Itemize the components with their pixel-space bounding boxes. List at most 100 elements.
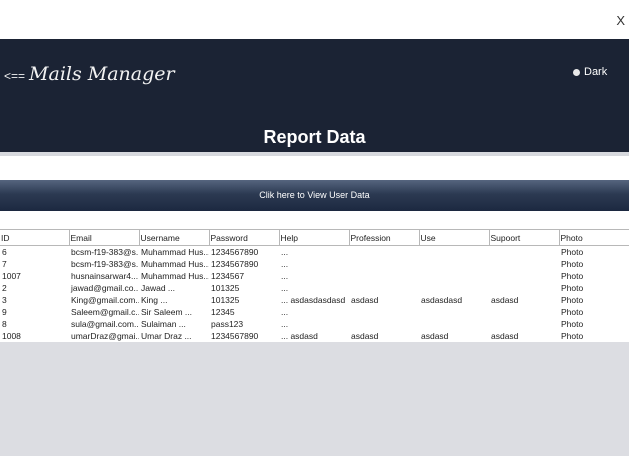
table-cell: ...	[279, 306, 349, 318]
back-button[interactable]: <== Mails Manager	[4, 63, 175, 85]
table-row[interactable]: 1007 husnainsarwar4... Muhammad Hus... 1234…	[0, 270, 629, 282]
table-cell: asdasd	[349, 294, 419, 306]
table-row[interactable]: 7 bcsm-f19-383@s... Muhammad Hus... 1234567…	[0, 258, 629, 270]
table-cell: ...	[279, 282, 349, 294]
table-cell: asdasd	[349, 330, 419, 342]
table-cell: pass123	[209, 318, 279, 330]
table-cell: Sulaiman ...	[139, 318, 209, 330]
table-row[interactable]: 8 sula@gmail.com... Sulaiman ... pass123...…	[0, 318, 629, 330]
table-cell: Muhammad Hus...	[139, 245, 209, 258]
column-header-help[interactable]: Help	[279, 229, 350, 246]
table-body: 6 bcsm-f19-383@s... Muhammad Hus... 1234567…	[0, 245, 629, 342]
table-cell: 9	[0, 306, 69, 318]
table-cell: 1007	[0, 270, 69, 282]
table-cell: 1234567	[209, 270, 279, 282]
table-row[interactable]: 1008 umarDraz@gmai... Umar Draz ... 1234567…	[0, 330, 629, 342]
table-cell: ...	[279, 270, 349, 282]
report-table: ID Email Username Password Help Profession Use…	[0, 229, 629, 342]
view-user-data-button[interactable]: Clik here to View User Data	[0, 180, 629, 211]
table-cell: 1234567890	[209, 330, 279, 342]
table-cell	[489, 306, 559, 318]
table-cell: ...	[279, 245, 349, 258]
table-cell: Photo	[559, 245, 629, 258]
table-cell	[419, 270, 489, 282]
table-cell: asdasd	[489, 294, 559, 306]
table-row[interactable]: 6 bcsm-f19-383@s... Muhammad Hus... 1234567…	[0, 245, 629, 258]
table-cell: ...	[279, 318, 349, 330]
table-cell: sula@gmail.com...	[69, 318, 139, 330]
table-cell: husnainsarwar4...	[69, 270, 139, 282]
table-cell	[489, 270, 559, 282]
table-cell: 3	[0, 294, 69, 306]
table-cell: Photo	[559, 258, 629, 270]
table-cell	[349, 258, 419, 270]
table-cell: bcsm-f19-383@s...	[69, 258, 139, 270]
column-header-supoort[interactable]: Supoort	[489, 229, 560, 246]
table-cell: Photo	[559, 318, 629, 330]
table-header-row: ID Email Username Password Help Profession Use…	[0, 229, 629, 246]
table-cell: 1008	[0, 330, 69, 342]
table-cell: ...	[279, 258, 349, 270]
table-cell: jawad@gmail.co...	[69, 282, 139, 294]
table-cell: Photo	[559, 294, 629, 306]
header-bar: <== Mails Manager Dark Report Data	[0, 39, 629, 152]
table-cell: ... asdasdasdasd	[279, 294, 349, 306]
table-cell: 2	[0, 282, 69, 294]
table-cell: Muhammad Hus...	[139, 258, 209, 270]
table-cell: Photo	[559, 282, 629, 294]
table-cell: Saleem@gmail.c...	[69, 306, 139, 318]
table-cell: asdasd	[419, 330, 489, 342]
table-cell	[489, 258, 559, 270]
dark-mode-toggle[interactable]: Dark	[573, 66, 607, 78]
table-cell: King@gmail.com...	[69, 294, 139, 306]
table-cell: asdasd	[489, 330, 559, 342]
column-header-username[interactable]: Username	[139, 229, 210, 246]
table-cell	[349, 306, 419, 318]
table-cell	[349, 282, 419, 294]
table-cell	[349, 270, 419, 282]
table-cell: 1234567890	[209, 245, 279, 258]
table-cell: 1234567890	[209, 258, 279, 270]
table-cell	[349, 318, 419, 330]
table-cell	[419, 282, 489, 294]
table-cell	[489, 282, 559, 294]
table-row[interactable]: 3 King@gmail.com... King ... 101325... asda…	[0, 294, 629, 306]
table-cell	[419, 258, 489, 270]
table-cell: ... asdasd	[279, 330, 349, 342]
table-cell: asdasdasd	[419, 294, 489, 306]
column-header-use[interactable]: Use	[419, 229, 490, 246]
main-content: Clik here to View User Data ID Email Usern…	[0, 156, 629, 456]
table-cell	[489, 318, 559, 330]
table-row[interactable]: 9 Saleem@gmail.c... Sir Saleem ... 12345...…	[0, 306, 629, 318]
table-cell	[489, 245, 559, 258]
column-header-email[interactable]: Email	[69, 229, 140, 246]
table-cell	[419, 318, 489, 330]
table-cell: 6	[0, 245, 69, 258]
column-header-password[interactable]: Password	[209, 229, 280, 246]
app-title: Mails Manager	[29, 63, 175, 85]
table-row[interactable]: 2 jawad@gmail.co... Jawad ... 101325... Phot…	[0, 282, 629, 294]
table-cell: 7	[0, 258, 69, 270]
table-cell: Sir Saleem ...	[139, 306, 209, 318]
back-arrow-icon: <==	[4, 69, 26, 83]
column-header-id[interactable]: ID	[0, 229, 70, 246]
page-title: Report Data	[263, 127, 366, 147]
table-cell: 8	[0, 318, 69, 330]
table-cell: Photo	[559, 270, 629, 282]
title-bar: X	[0, 0, 629, 39]
table-cell: Photo	[559, 306, 629, 318]
dark-mode-label: Dark	[584, 66, 608, 78]
table-cell: Umar Draz ...	[139, 330, 209, 342]
table-cell: umarDraz@gmai...	[69, 330, 139, 342]
table-cell: King ...	[139, 294, 209, 306]
column-header-photo[interactable]: Photo	[559, 229, 629, 246]
table-cell: Jawad ...	[139, 282, 209, 294]
table-cell: 12345	[209, 306, 279, 318]
column-header-profession[interactable]: Profession	[349, 229, 420, 246]
table-cell	[419, 245, 489, 258]
table-cell: 101325	[209, 294, 279, 306]
close-button[interactable]: X	[616, 13, 625, 28]
table-cell	[419, 306, 489, 318]
radio-icon	[573, 68, 580, 76]
table-cell: 101325	[209, 282, 279, 294]
